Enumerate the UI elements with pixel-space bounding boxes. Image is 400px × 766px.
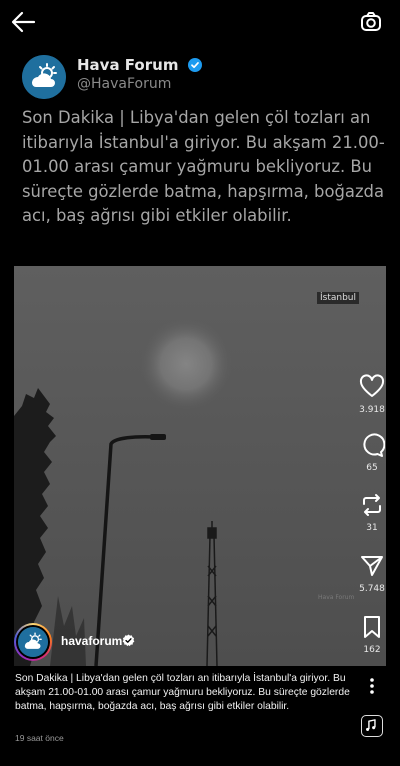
hazy-sky-scene <box>14 266 386 666</box>
music-note-icon <box>366 719 376 731</box>
tweet-handle: @HavaForum <box>77 76 172 92</box>
tweet-name-text: Hava Forum <box>77 56 179 74</box>
sun-glow <box>140 318 232 410</box>
tweet-avatar <box>22 55 66 99</box>
like-action[interactable]: 3.918 <box>352 374 392 415</box>
tweet-screenshot: Hava Forum @HavaForum Son Dakika | Libya… <box>0 44 400 666</box>
bookmark-icon[interactable] <box>359 614 385 640</box>
post-timestamp: 19 saat önce <box>15 733 64 743</box>
more-options-icon[interactable] <box>366 676 378 696</box>
weather-logo-icon <box>18 627 48 657</box>
comment-count: 65 <box>366 463 378 473</box>
profile-username[interactable]: havaforum <box>61 634 122 648</box>
tweet-display-name: Hava Forum <box>77 56 202 74</box>
repost-icon[interactable] <box>359 492 385 518</box>
back-arrow-icon[interactable] <box>10 10 36 34</box>
share-action[interactable]: 5.748 <box>352 553 392 594</box>
camera-icon[interactable] <box>360 11 382 33</box>
comment-action[interactable]: 65 <box>352 432 392 473</box>
weather-logo-icon <box>22 55 66 99</box>
verified-badge-icon <box>122 634 135 647</box>
verified-badge-icon <box>187 58 202 72</box>
audio-track-button[interactable] <box>361 715 383 737</box>
tweet-photo: İstanbul Hava Forum <box>14 266 386 666</box>
profile-avatar[interactable] <box>14 623 52 661</box>
tweet-text: Son Dakika | Libya'dan gelen çöl tozları… <box>22 108 385 225</box>
save-action[interactable]: 162 <box>352 614 392 655</box>
top-bar <box>0 0 400 44</box>
save-count: 162 <box>363 645 381 655</box>
location-label: İstanbul <box>317 292 360 304</box>
send-icon[interactable] <box>359 553 385 579</box>
comment-bubble-icon[interactable] <box>359 432 385 458</box>
post-caption[interactable]: Son Dakika | Libya'dan gelen çöl tozları… <box>15 672 355 715</box>
like-count: 3.918 <box>359 405 385 415</box>
repost-action[interactable]: 31 <box>352 492 392 533</box>
photo-watermark: Hava Forum <box>318 594 355 601</box>
repost-count: 31 <box>366 523 378 533</box>
share-count: 5.748 <box>359 584 385 594</box>
heart-icon[interactable] <box>359 374 385 400</box>
